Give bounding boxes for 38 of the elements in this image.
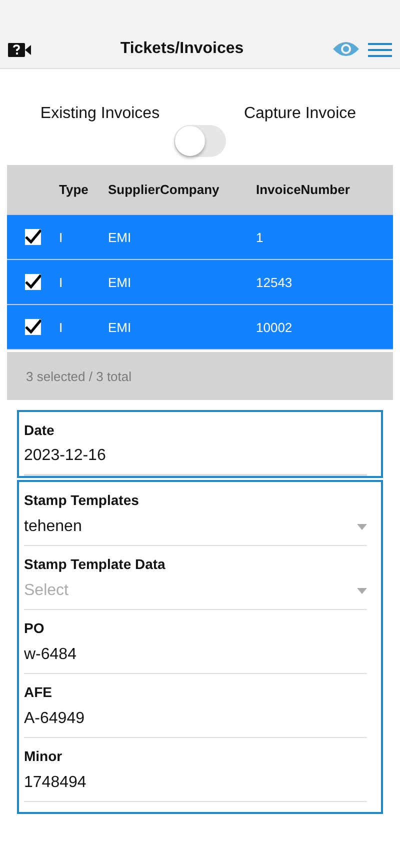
table-cell: I [59, 320, 63, 334]
video-help-icon[interactable] [8, 42, 32, 58]
column-header[interactable]: SupplierCompany [108, 182, 220, 197]
input-field[interactable]: w-6484 [24, 636, 367, 674]
field-label: Stamp Template Data [24, 556, 166, 572]
mode-switch[interactable] [174, 125, 226, 157]
table-cell: 1 [256, 230, 264, 244]
date-field[interactable]: 2023-12-16 [24, 438, 367, 476]
caret-icon [357, 524, 367, 530]
column-header[interactable]: InvoiceNumber [256, 182, 350, 197]
table-cell: EMI [108, 274, 132, 290]
table-row[interactable]: I EMI 10002 [7, 305, 393, 350]
table-cell: EMI [108, 320, 132, 334]
page-title: Tickets/Invoices [119, 40, 245, 58]
menu-icon[interactable] [368, 42, 392, 58]
table-cell: 12543 [256, 274, 292, 290]
toggle-label: Capture Invoice [244, 105, 356, 124]
column-header[interactable]: Type [59, 182, 88, 197]
field-label: Stamp Templates [24, 492, 139, 508]
table-cell: EMI [108, 230, 132, 244]
caret-icon [357, 588, 367, 594]
checkbox[interactable] [25, 319, 41, 335]
field-label: PO [24, 620, 44, 636]
table-cell: 10002 [256, 320, 292, 334]
table-cell: I [59, 230, 63, 244]
table-row[interactable]: I EMI 12543 [7, 260, 393, 305]
selection-count: 3 selected / 3 total [26, 368, 132, 384]
checkbox[interactable] [25, 274, 41, 290]
table-cell: I [59, 274, 63, 290]
field-label: Minor [24, 748, 62, 764]
toggle-label: Existing Invoices [40, 105, 160, 124]
checkbox[interactable] [25, 229, 41, 245]
dropdown-field[interactable]: tehenen [24, 508, 367, 546]
table-row[interactable]: I EMI 1 [7, 215, 393, 260]
input-field[interactable]: A-64949 [24, 700, 367, 738]
input-field[interactable]: 1748494 [24, 764, 367, 802]
field-label: AFE [24, 684, 52, 700]
field-label: Date [24, 422, 54, 438]
